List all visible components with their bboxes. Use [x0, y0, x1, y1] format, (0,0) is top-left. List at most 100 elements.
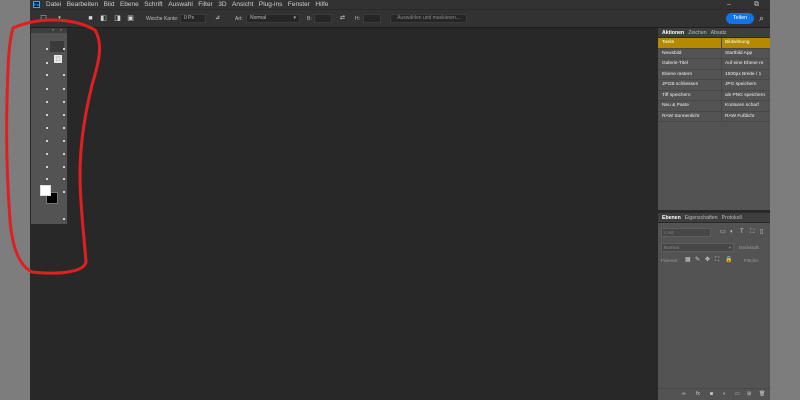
action-button[interactable]: Galerie-Titel	[658, 59, 722, 69]
action-row[interactable]: Ebene rastern 1500px Breite / 1	[658, 69, 770, 80]
action-button[interactable]: Tasks	[658, 38, 722, 48]
tool-eyedropper-dot[interactable]	[46, 114, 48, 116]
new-layer-icon[interactable]: ⊞	[747, 391, 751, 397]
lock-pixels-icon[interactable]: ▦	[685, 257, 691, 264]
width-input[interactable]	[314, 14, 332, 23]
action-row[interactable]: Neu & Paste Konturen scharf	[658, 101, 770, 112]
restore-button[interactable]: ⧉	[754, 0, 759, 9]
tool-right-dot-3[interactable]	[63, 88, 65, 90]
new-selection-icon[interactable]: ■	[87, 15, 94, 22]
intersect-selection-icon[interactable]: ▣	[127, 15, 134, 22]
menu-ebene[interactable]: Ebene	[120, 0, 139, 9]
anti-alias-icon[interactable]: ⊿	[214, 15, 221, 22]
blend-mode-select[interactable]: Normal ▾	[661, 243, 734, 252]
tab-zeichen[interactable]: Zeichen	[688, 28, 706, 38]
action-button[interactable]: Auf eine Ebene re	[722, 59, 770, 69]
tab-ebenen[interactable]: Ebenen	[662, 213, 681, 223]
lock-all-icon[interactable]: 🔒	[725, 257, 732, 264]
tool-eraser-dot[interactable]	[46, 166, 48, 168]
tool-heal-dot[interactable]	[46, 127, 48, 129]
tool-right-dot-11[interactable]	[63, 191, 65, 193]
menu-fenster[interactable]: Fenster	[288, 0, 310, 9]
smart-object-filter-icon[interactable]: ▯	[760, 229, 763, 236]
tool-brush-dot[interactable]	[46, 140, 48, 142]
action-button[interactable]: Newsbild	[658, 48, 722, 58]
lock-position-icon[interactable]: ✥	[705, 257, 710, 264]
group-icon[interactable]: ▭	[735, 391, 740, 397]
layer-style-icon[interactable]: fx	[696, 391, 700, 397]
action-button[interactable]: Bildwirkung	[722, 38, 770, 48]
layer-filter-select[interactable]: ⌕ Art	[661, 228, 711, 237]
collapse-icon[interactable]: «	[52, 27, 54, 32]
tool-right-dot-10[interactable]	[63, 178, 65, 180]
menu-datei[interactable]: Datei	[46, 0, 61, 9]
add-selection-icon[interactable]: ◧	[100, 15, 107, 22]
tab-eigenschaften[interactable]: Eigenschaften	[685, 213, 718, 223]
trash-icon[interactable]: 🗑	[759, 391, 765, 397]
action-button[interactable]: RAW Fußlicht	[722, 112, 770, 122]
type-filter-icon[interactable]: T	[740, 229, 744, 236]
action-row[interactable]: RAW Sonnenlicht RAW Fußlicht	[658, 111, 770, 122]
menu-filter[interactable]: Filter	[198, 0, 212, 9]
search-icon[interactable]: ⌕	[759, 13, 764, 23]
tool-preset-chevron-icon[interactable]: ▾	[56, 15, 63, 22]
menu-hilfe[interactable]: Hilfe	[315, 0, 328, 9]
link-layers-icon[interactable]: ∞	[682, 391, 686, 397]
action-button[interactable]: Ebene rastern	[658, 69, 722, 79]
tool-right-dot-7[interactable]	[63, 140, 65, 142]
tool-right-dot-12[interactable]	[63, 218, 65, 220]
lock-brush-icon[interactable]: ✎	[695, 257, 700, 264]
close-icon[interactable]: ×	[60, 27, 62, 32]
tool-move-dot[interactable]	[46, 48, 48, 50]
marquee-tool-icon[interactable]: ⬚	[40, 15, 47, 22]
tab-aktionen[interactable]: Aktionen	[662, 28, 684, 38]
action-button[interactable]: Neu & Paste	[658, 101, 722, 111]
adjustment-layer-icon[interactable]: ◐	[723, 391, 726, 397]
action-row[interactable]: Newsbild Startbild App	[658, 48, 770, 59]
tool-right-dot-5[interactable]	[63, 114, 65, 116]
add-mask-icon[interactable]: ◙	[710, 391, 713, 397]
tool-right-dot-6[interactable]	[63, 127, 65, 129]
tool-right-dot-4[interactable]	[63, 101, 65, 103]
tab-absatz[interactable]: Absatz	[711, 28, 727, 38]
menu-plugins[interactable]: Plug-ins	[259, 0, 282, 9]
feather-input[interactable]: 0 Px	[180, 14, 206, 23]
action-button[interactable]: JPG speichern	[722, 80, 770, 90]
menu-bild[interactable]: Bild	[104, 0, 115, 9]
tool-right-dot-8[interactable]	[63, 153, 65, 155]
tool-crop-dot[interactable]	[46, 101, 48, 103]
action-button[interactable]: RAW Sonnenlicht	[658, 111, 722, 121]
menu-3d[interactable]: 3D	[218, 0, 226, 9]
action-row[interactable]: JPGB schliessen JPG speichern	[658, 80, 770, 91]
tool-gradient-dot[interactable]	[46, 178, 48, 180]
foreground-color-swatch[interactable]	[40, 185, 51, 196]
tool-marquee-dot[interactable]	[46, 62, 48, 64]
action-button[interactable]: JPGB schliessen	[658, 80, 722, 90]
menu-schrift[interactable]: Schrift	[144, 0, 162, 9]
action-row[interactable]: Tasks Bildwirkung	[658, 38, 770, 49]
action-button[interactable]: als PNG speichern	[722, 91, 770, 101]
swap-dimensions-icon[interactable]: ⇄	[339, 15, 346, 22]
tool-quick-select-dot[interactable]	[46, 88, 48, 90]
pixel-filter-icon[interactable]: ▭	[720, 229, 726, 236]
move-tool-button[interactable]	[50, 41, 64, 52]
marquee-tool-button[interactable]: ⬚	[54, 55, 62, 63]
style-select[interactable]: Normal ▾	[246, 14, 300, 23]
lock-artboard-icon[interactable]: ⛶	[715, 257, 719, 264]
tool-right-dot-9[interactable]	[63, 166, 65, 168]
share-button[interactable]: Teilen	[726, 13, 754, 24]
action-button[interactable]: Konturen scharf	[722, 101, 770, 111]
tool-lasso-dot[interactable]	[46, 74, 48, 76]
tool-right-dot-2[interactable]	[63, 74, 65, 76]
action-button[interactable]: Startbild App	[722, 49, 770, 59]
select-and-mask-button[interactable]: Auswählen und maskieren...	[390, 14, 467, 23]
tool-stamp-dot[interactable]	[46, 153, 48, 155]
action-row[interactable]: Galerie-Titel Auf eine Ebene re	[658, 59, 770, 70]
height-input[interactable]	[363, 14, 381, 23]
adjustment-filter-icon[interactable]: ◐	[730, 229, 734, 236]
menu-ansicht[interactable]: Ansicht	[232, 0, 253, 9]
tab-protokoll[interactable]: Protokoll	[722, 213, 742, 223]
menu-bearbeiten[interactable]: Bearbeiten	[67, 0, 98, 9]
subtract-selection-icon[interactable]: ◨	[114, 15, 121, 22]
tool-right-dot-1[interactable]	[63, 48, 65, 50]
